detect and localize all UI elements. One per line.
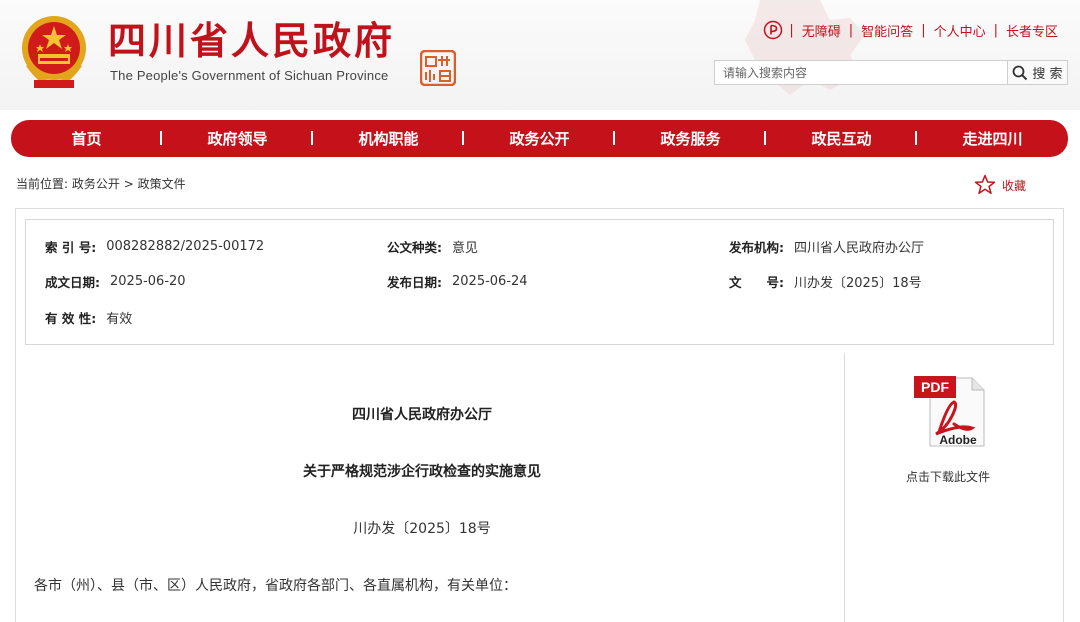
site-title-cn[interactable]: 四川省人民政府 xyxy=(108,18,395,64)
pdf-download-icon[interactable]: PDF Adobe xyxy=(906,374,990,448)
quick-link-separator: | xyxy=(993,22,998,38)
quick-link-personal-center[interactable]: 个人中心 xyxy=(928,21,992,40)
nav-item-services[interactable]: 政务服务 xyxy=(615,128,766,149)
star-icon xyxy=(974,174,996,195)
meta-label: 索 引 号: xyxy=(45,240,97,255)
site-header: 四川省人民政府 The People's Government of Sichu… xyxy=(0,0,1080,110)
meta-row: 有 效 性: 有效 xyxy=(26,308,1053,328)
meta-doc-type: 公文种类: 意见 xyxy=(387,237,478,256)
nav-item-about-sichuan[interactable]: 走进四川 xyxy=(917,128,1068,149)
nav-item-open-government[interactable]: 政务公开 xyxy=(464,128,615,149)
favorite-label: 收藏 xyxy=(1002,178,1027,193)
search-button[interactable]: 搜 索 xyxy=(1008,60,1068,85)
meta-value: 2025-06-24 xyxy=(452,274,528,289)
breadcrumb-separator: > xyxy=(123,177,134,191)
meta-value: 有效 xyxy=(106,312,133,327)
document-title: 关于严格规范涉企行政检查的实施意见 xyxy=(303,464,541,480)
quick-link-elderly-zone[interactable]: 长者专区 xyxy=(1000,21,1064,40)
search-button-label: 搜 索 xyxy=(1032,67,1063,82)
search-icon xyxy=(1013,65,1028,80)
meta-value: 008282882/2025-00172 xyxy=(106,239,265,254)
content-divider xyxy=(844,353,845,622)
meta-issuer: 发布机构: 四川省人民政府办公厅 xyxy=(729,237,924,256)
document-number: 川办发〔2025〕18号 xyxy=(353,521,491,537)
sichuan-seal-logo-icon xyxy=(420,50,456,86)
nav-item-functions[interactable]: 机构职能 xyxy=(313,128,464,149)
document-issuing-org: 四川省人民政府办公厅 xyxy=(352,407,492,423)
meta-value: 川办发〔2025〕18号 xyxy=(794,276,922,291)
national-emblem-icon[interactable] xyxy=(20,14,88,90)
breadcrumb-item-open-government[interactable]: 政务公开 xyxy=(72,177,120,191)
quick-link-separator: | xyxy=(848,22,854,38)
meta-published-date: 发布日期: 2025-06-24 xyxy=(387,272,528,291)
breadcrumb-item-policy-docs[interactable]: 政策文件 xyxy=(138,177,186,191)
meta-value: 四川省人民政府办公厅 xyxy=(794,241,925,256)
meta-row: 成文日期: 2025-06-20 发布日期: 2025-06-24 文 号: 川… xyxy=(26,272,1053,292)
meta-label: 发布机构: xyxy=(729,240,784,255)
nav-item-interaction[interactable]: 政民互动 xyxy=(766,128,917,149)
site-title-en[interactable]: The People's Government of Sichuan Provi… xyxy=(110,68,388,83)
voice-reader-icon[interactable] xyxy=(763,20,783,40)
meta-row: 索 引 号: 008282882/2025-00172 公文种类: 意见 发布机… xyxy=(26,237,1053,257)
meta-label: 文 号: xyxy=(729,275,784,290)
meta-label: 公文种类: xyxy=(387,240,442,255)
meta-doc-number: 文 号: 川办发〔2025〕18号 xyxy=(729,272,922,291)
quick-link-separator: | xyxy=(789,22,794,38)
document-salutation: 各市（州）、县（市、区）人民政府，省政府各部门、各直属机构，有关单位： xyxy=(34,578,517,594)
adobe-icon-label: Adobe xyxy=(939,433,977,447)
search-input[interactable] xyxy=(714,60,1008,85)
breadcrumb-prefix: 当前位置: xyxy=(16,177,69,191)
document-meta-table: 索 引 号: 008282882/2025-00172 公文种类: 意见 发布机… xyxy=(25,219,1054,345)
quick-link-smart-qa[interactable]: 智能问答 xyxy=(855,21,919,40)
meta-label: 发布日期: xyxy=(387,275,442,290)
breadcrumb: 当前位置: 政务公开 > 政策文件 xyxy=(16,175,186,192)
download-file-link[interactable]: 点击下载此文件 xyxy=(848,468,1048,485)
sichuan-map-decoration xyxy=(745,0,865,95)
quick-link-separator: | xyxy=(921,22,926,38)
meta-value: 意见 xyxy=(452,241,479,256)
nav-item-leaders[interactable]: 政府领导 xyxy=(162,128,313,149)
pdf-icon-label: PDF xyxy=(921,379,949,395)
favorite-button[interactable]: 收藏 xyxy=(974,174,1026,196)
main-nav: 首页 政府领导 机构职能 政务公开 政务服务 政民互动 走进四川 xyxy=(11,120,1068,157)
meta-index: 索 引 号: 008282882/2025-00172 xyxy=(45,237,264,256)
meta-validity: 有 效 性: 有效 xyxy=(45,308,132,327)
quick-links-bar: | 无障碍 | 智能问答 | 个人中心 | 长者专区 xyxy=(763,20,1064,40)
meta-created-date: 成文日期: 2025-06-20 xyxy=(45,272,186,291)
meta-value: 2025-06-20 xyxy=(110,274,186,289)
nav-item-home[interactable]: 首页 xyxy=(11,128,162,149)
quick-link-accessibility[interactable]: 无障碍 xyxy=(796,21,847,40)
meta-label: 成文日期: xyxy=(45,275,100,290)
meta-label: 有 效 性: xyxy=(45,311,97,326)
